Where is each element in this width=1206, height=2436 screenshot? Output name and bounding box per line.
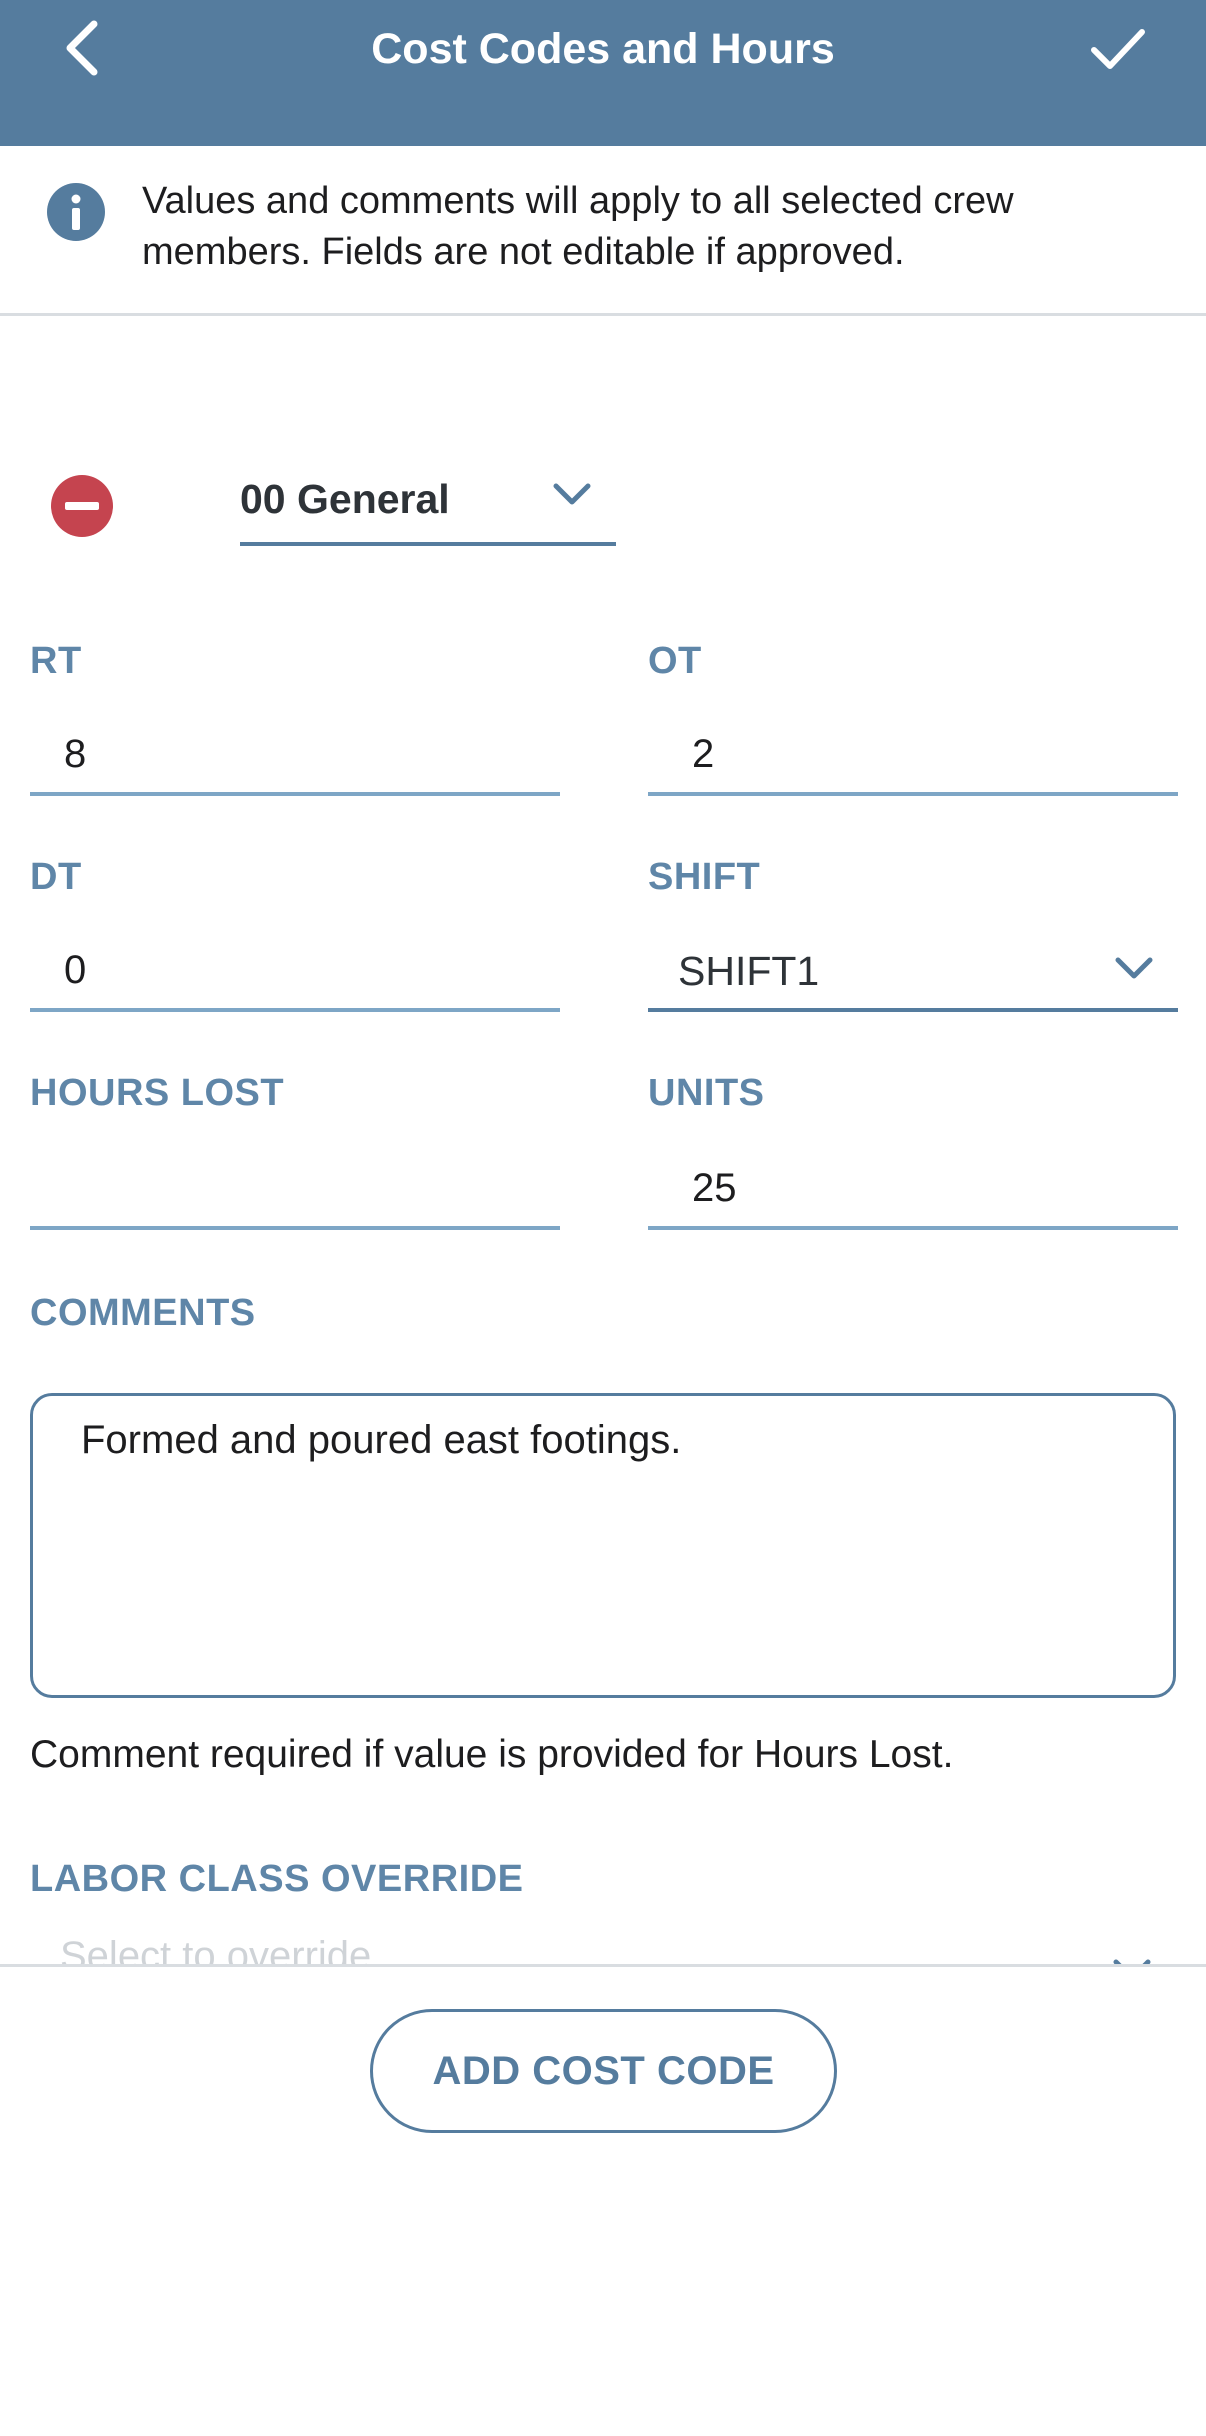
comments-helper-text: Comment required if value is provided fo… [30,1733,954,1776]
cost-code-dropdown[interactable]: 00 General [240,462,616,546]
chevron-left-icon [66,20,98,76]
chevron-down-icon [1115,957,1153,979]
chevron-down-icon [553,483,591,505]
comments-textarea[interactable]: Formed and poured east footings. [30,1393,1176,1698]
ot-label: OT [648,640,702,682]
chevron-down-icon [1113,1959,1151,1964]
back-button[interactable] [52,18,112,78]
header-bar: Cost Codes and Hours [0,0,1206,146]
shift-dropdown[interactable]: SHIFT1 [648,932,1178,1012]
rt-label: RT [30,640,82,682]
dt-input[interactable] [30,932,560,1012]
shift-value: SHIFT1 [678,948,820,994]
info-icon [47,183,105,241]
rt-input[interactable] [30,716,560,796]
page-title: Cost Codes and Hours [371,25,835,73]
shift-label: SHIFT [648,856,761,898]
hours-lost-label: HOURS LOST [30,1072,285,1114]
labor-class-override-placeholder: Select to override [60,1934,372,1964]
units-label: UNITS [648,1072,765,1114]
info-banner: Values and comments will apply to all se… [0,146,1206,316]
cost-code-value: 00 General [240,476,450,522]
labor-class-override-dropdown[interactable]: Select to override [30,1930,1176,1964]
add-cost-code-button[interactable]: ADD COST CODE [370,2009,837,2133]
hours-lost-input[interactable] [30,1150,560,1230]
checkmark-icon [1091,29,1145,69]
info-text: Values and comments will apply to all se… [142,180,1014,273]
comments-label: COMMENTS [30,1292,256,1334]
done-button[interactable] [1082,18,1154,78]
labor-class-override-label: LABOR CLASS OVERRIDE [30,1858,524,1900]
ot-input[interactable] [648,716,1178,796]
dt-label: DT [30,856,82,898]
remove-cost-code-button[interactable] [50,474,114,538]
units-input[interactable] [648,1150,1178,1230]
